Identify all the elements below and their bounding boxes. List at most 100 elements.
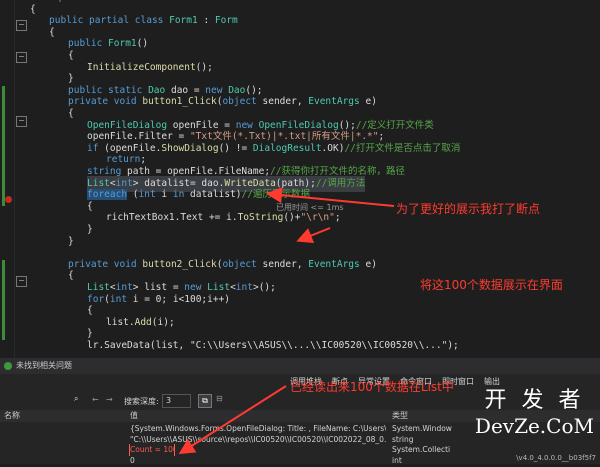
search-depth-label: 搜索深度: [124, 397, 159, 406]
change-indicator-bar [2, 86, 5, 206]
code-line[interactable]: foreach (int i in datalist)//遍历展示数据 [87, 187, 310, 203]
code-token: sender, [262, 96, 309, 108]
search-icon[interactable]: ⌕ [74, 394, 78, 404]
watermark: 开 发 者 DevZe.CoM [475, 388, 594, 438]
code-token: richTextBox1.Text += i. [106, 212, 238, 224]
code-line[interactable]: { [68, 106, 74, 122]
code-token: public [68, 38, 109, 50]
fold-toggle-icon[interactable]: − [16, 52, 27, 63]
code-token: ToString [237, 212, 284, 224]
code-line[interactable]: private void button1_Click(object sender… [68, 94, 377, 110]
status-bar: 未找到相关问题 [0, 358, 600, 374]
code-token: foreach [87, 189, 128, 201]
code-line[interactable]: { [87, 303, 93, 319]
code-token: i [161, 189, 173, 201]
code-line[interactable]: InitializeComponent(); [87, 60, 213, 76]
pin-icon[interactable]: ⊟ [216, 394, 223, 403]
back-arrow-icon[interactable]: ← [92, 395, 99, 404]
code-line[interactable]: public partial class Form1 : Form [49, 13, 238, 29]
code-token: lr.SaveData(list, "C:\\Users\\ASUS\\...\… [87, 340, 459, 351]
code-token: ()+ [283, 212, 301, 224]
code-token: { [30, 3, 36, 15]
code-token: ShowDialog [161, 142, 219, 154]
annotation-read-count: 已经读出来100个数据在List中 [290, 380, 454, 394]
code-line[interactable]: } [87, 222, 93, 238]
code-token: (i); [151, 316, 175, 328]
fold-toggle-icon[interactable]: − [16, 20, 27, 31]
code-line[interactable]: { [68, 48, 74, 64]
col-type: 类型 [392, 411, 408, 420]
cell-type: int [392, 455, 402, 465]
status-text: 未找到相关问题 [16, 361, 72, 370]
watermark-line2: DevZe.CoM [474, 414, 594, 438]
code-token: } [68, 235, 74, 247]
footer-text: \v4.0_4.0.0.0__b03f5f7 [516, 454, 596, 462]
fold-toggle-icon[interactable]: − [16, 116, 27, 127]
code-line[interactable]: for(int i = 0; i<100;i++) [87, 292, 230, 308]
code-token: i = 0; i<100;i++) [132, 293, 231, 305]
code-line[interactable]: namespace Tree1105 [30, 0, 133, 6]
code-token: sender, [262, 258, 309, 270]
code-token: { [49, 26, 55, 38]
code-token: private void [68, 96, 143, 108]
code-token: Tree1105 [87, 0, 133, 3]
code-token: if [87, 142, 105, 154]
code-token: Form [214, 15, 238, 27]
code-line[interactable]: { [87, 199, 93, 215]
code-token: } [87, 224, 93, 235]
code-line[interactable]: private void button2_Click(object sender… [68, 257, 377, 273]
code-token: ; [334, 212, 341, 224]
table-row[interactable]: 0 int [0, 455, 600, 467]
code-token: Add [134, 316, 152, 328]
filter-icon[interactable]: ⧉ [198, 394, 212, 408]
code-token: int [109, 293, 133, 305]
code-token: InitializeComponent [87, 61, 196, 73]
code-editor[interactable]: − − − − namespace Tree1105{public partia… [0, 0, 600, 358]
code-token: { [87, 200, 93, 212]
code-token: object [222, 96, 263, 108]
code-token: (); [195, 61, 213, 73]
code-token: () != [218, 142, 253, 154]
code-line[interactable]: { [30, 2, 36, 18]
code-token: ( [127, 189, 139, 201]
code-token: button1_Click [142, 96, 217, 108]
change-indicator-bar [2, 260, 5, 340]
code-token: { [68, 50, 74, 61]
code-token: .OK) [321, 142, 345, 154]
search-depth-select[interactable]: 3 [162, 394, 191, 408]
code-line[interactable]: { [68, 268, 74, 284]
code-token: public partial class [49, 15, 170, 27]
code-token: private void [68, 258, 143, 270]
code-token: //遍历展示数据 [241, 189, 310, 201]
annotation-display-data: 将这100个数据展示在界面 [420, 278, 563, 292]
elapsed-time-tip: 已用时间 <= 1ms [276, 203, 344, 212]
code-token: int [235, 282, 253, 293]
fold-toggle-icon[interactable]: − [16, 276, 27, 287]
code-token: { [68, 108, 74, 119]
code-token: object [222, 258, 263, 270]
editor-gutter[interactable] [0, 0, 15, 358]
code-line[interactable]: { [49, 25, 55, 41]
code-token: EventArgs [308, 258, 360, 270]
col-name: 名称 [4, 411, 20, 420]
code-token: //打开文件是否点击了取消 [344, 142, 461, 154]
code-token: () [136, 38, 149, 50]
code-token: EventArgs [308, 96, 360, 108]
code-token: e) [359, 258, 377, 270]
code-token: int [138, 189, 162, 201]
code-token: datalist) [190, 189, 242, 201]
code-token: e) [359, 96, 377, 108]
forward-arrow-icon[interactable]: → [106, 395, 113, 404]
col-value: 值 [130, 411, 138, 420]
code-line[interactable]: public Form1() [68, 36, 148, 52]
code-line[interactable]: lr.SaveData(list, "C:\\Users\\ASUS\\...\… [87, 338, 459, 354]
code-token: list. [106, 316, 135, 328]
code-token: namespace [30, 0, 87, 3]
code-line[interactable]: list.Add(i); [106, 315, 175, 331]
code-token: button2_Click [142, 258, 217, 270]
status-ok-icon [4, 362, 12, 370]
code-line[interactable]: } [68, 234, 74, 250]
breakpoint-icon[interactable] [5, 196, 12, 203]
code-token: { [87, 305, 93, 317]
code-token: >(); [252, 282, 276, 293]
